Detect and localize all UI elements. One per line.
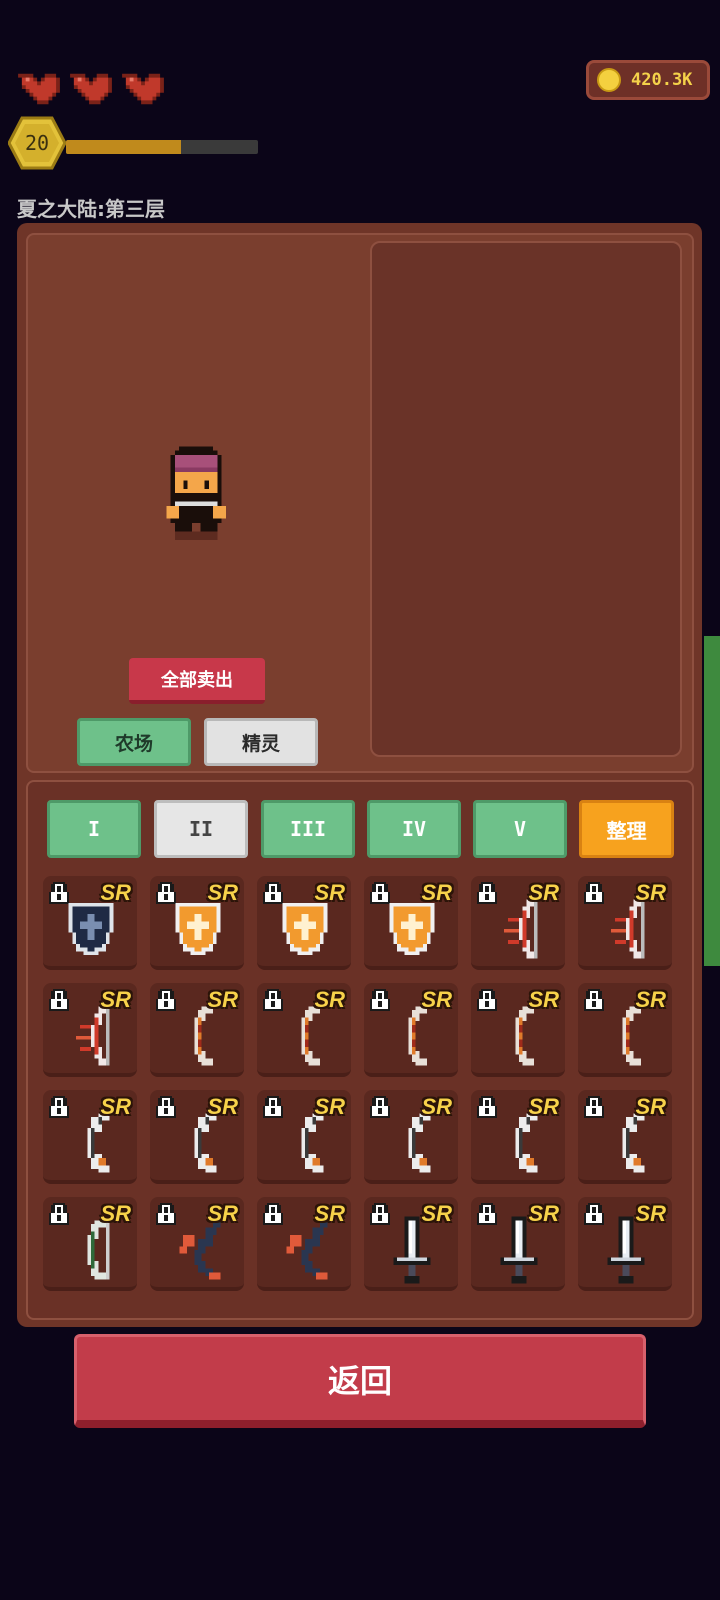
- sort-button[interactable]: 整理: [579, 800, 674, 858]
- inventory-slot[interactable]: SR: [364, 876, 458, 970]
- inventory-slot[interactable]: SR: [578, 1090, 672, 1184]
- rarity-badge: SR: [421, 880, 452, 905]
- inventory-slot[interactable]: SR: [257, 876, 351, 970]
- player-level: 20: [24, 131, 50, 155]
- rarity-badge: SR: [207, 987, 238, 1012]
- rarity-badge: SR: [207, 1094, 238, 1119]
- rarity-badge: SR: [314, 987, 345, 1012]
- rarity-badge: SR: [635, 1094, 666, 1119]
- health-hearts: [17, 70, 165, 108]
- xp-bar-fill: [66, 140, 182, 154]
- inventory-slot[interactable]: SR: [43, 876, 137, 970]
- rarity-badge: SR: [528, 1201, 559, 1226]
- tier-tab-4[interactable]: IV: [367, 800, 461, 858]
- back-button[interactable]: 返回: [74, 1334, 646, 1428]
- inventory-slot[interactable]: SR: [150, 983, 244, 1077]
- coin-icon: [597, 68, 621, 92]
- rarity-badge: SR: [100, 880, 131, 905]
- inventory-slot[interactable]: SR: [257, 1090, 351, 1184]
- rarity-badge: SR: [421, 1094, 452, 1119]
- tier-tab-1[interactable]: I: [47, 800, 141, 858]
- inventory-slot[interactable]: SR: [471, 1090, 565, 1184]
- rarity-badge: SR: [421, 1201, 452, 1226]
- inventory-slot[interactable]: SR: [578, 876, 672, 970]
- farm-button[interactable]: 农场: [77, 718, 191, 766]
- side-grass-decoration: [704, 636, 720, 966]
- rarity-badge: SR: [314, 880, 345, 905]
- inventory-slot[interactable]: SR: [471, 876, 565, 970]
- player-character: [166, 446, 226, 540]
- xp-bar: [66, 140, 258, 154]
- rarity-badge: SR: [635, 880, 666, 905]
- location-label: 夏之大陆:第三层: [17, 197, 165, 221]
- heart-icon: [122, 73, 164, 105]
- rarity-badge: SR: [528, 880, 559, 905]
- rarity-badge: SR: [635, 987, 666, 1012]
- rarity-badge: SR: [207, 880, 238, 905]
- tier-tab-3[interactable]: III: [261, 800, 355, 858]
- inventory-slot[interactable]: SR: [578, 1197, 672, 1291]
- inventory-slot[interactable]: SR: [471, 983, 565, 1077]
- rarity-badge: SR: [528, 987, 559, 1012]
- tier-tab-2[interactable]: II: [154, 800, 248, 858]
- rarity-badge: SR: [314, 1094, 345, 1119]
- inventory-slot[interactable]: SR: [578, 983, 672, 1077]
- sell-all-button[interactable]: 全部卖出: [129, 658, 265, 704]
- inventory-slot[interactable]: SR: [364, 983, 458, 1077]
- inventory-slot[interactable]: SR: [364, 1197, 458, 1291]
- rarity-badge: SR: [100, 1094, 131, 1119]
- rarity-badge: SR: [207, 1201, 238, 1226]
- heart-icon: [18, 73, 60, 105]
- heart-icon: [70, 73, 112, 105]
- inventory-slot[interactable]: SR: [150, 1197, 244, 1291]
- inventory-slot[interactable]: SR: [43, 1090, 137, 1184]
- elf-button[interactable]: 精灵: [204, 718, 318, 766]
- inventory-slot[interactable]: SR: [257, 983, 351, 1077]
- tier-tab-5[interactable]: V: [473, 800, 567, 858]
- rarity-badge: SR: [314, 1201, 345, 1226]
- inventory-slot[interactable]: SR: [364, 1090, 458, 1184]
- inventory-slot[interactable]: SR: [150, 876, 244, 970]
- inventory-slot[interactable]: SR: [257, 1197, 351, 1291]
- rarity-badge: SR: [528, 1094, 559, 1119]
- rarity-badge: SR: [100, 1201, 131, 1226]
- gold-amount: 420.3K: [631, 70, 693, 90]
- inventory-slot[interactable]: SR: [471, 1197, 565, 1291]
- rarity-badge: SR: [421, 987, 452, 1012]
- item-detail-box: [370, 241, 682, 757]
- inventory-slot[interactable]: SR: [150, 1090, 244, 1184]
- inventory-slot[interactable]: SR: [43, 983, 137, 1077]
- rarity-badge: SR: [100, 987, 131, 1012]
- gold-counter: 420.3K: [586, 60, 710, 100]
- rarity-badge: SR: [635, 1201, 666, 1226]
- inventory-slot[interactable]: SR: [43, 1197, 137, 1291]
